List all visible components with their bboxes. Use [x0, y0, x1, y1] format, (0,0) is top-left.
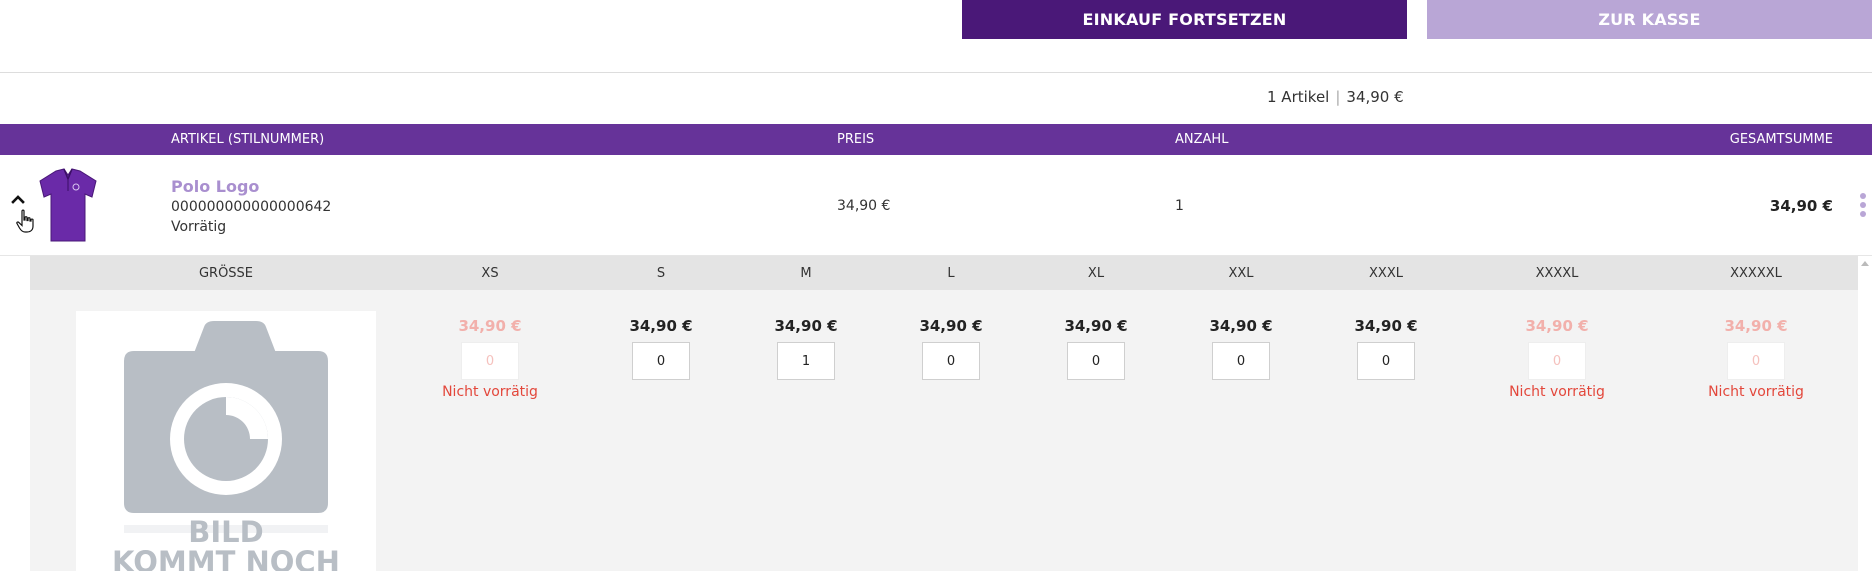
header-quantity: ANZAHL [1175, 132, 1229, 147]
quantity-input-l[interactable] [922, 342, 980, 380]
summary-separator: | [1335, 88, 1341, 106]
size-variant-panel: GRÖSSE XS S M L XL XXL XXXL XXXXL XXXXXL [30, 256, 1858, 571]
out-of-stock-label: Nicht vorrätig [1708, 384, 1804, 400]
item-total: 34,90 € [1769, 197, 1833, 215]
header-price: PREIS [837, 132, 875, 147]
size-option-xs: 34,90 € Nicht vorrätig [435, 316, 545, 400]
size-label: XS [481, 266, 499, 281]
hand-cursor-icon [16, 209, 34, 233]
header-total: GESAMTSUMME [1729, 132, 1833, 147]
quantity-input-xl[interactable] [1067, 342, 1125, 380]
size-label: M [800, 266, 812, 281]
cart-total: 34,90 € [1346, 88, 1404, 106]
item-price: 34,90 € [837, 198, 891, 214]
polo-shirt-icon[interactable] [38, 167, 98, 243]
checkout-button[interactable]: ZUR KASSE [1427, 0, 1872, 39]
quantity-input-xxxxxl [1727, 342, 1785, 380]
quantity-input-xxl[interactable] [1212, 342, 1270, 380]
size-option-xxxxxl: 34,90 € Nicht vorrätig [1701, 316, 1811, 400]
top-divider [0, 72, 1872, 73]
size-label: L [947, 266, 955, 281]
item-quantity: 1 [1175, 198, 1184, 214]
image-placeholder: BILD KOMMT NOCH [76, 311, 376, 571]
product-stock-status: Vorrätig [171, 219, 227, 235]
chevron-up-icon[interactable] [10, 191, 26, 207]
placeholder-text-line: BILD [188, 515, 264, 549]
out-of-stock-label: Nicht vorrätig [442, 384, 538, 400]
size-price: 34,90 € [1354, 317, 1418, 335]
size-label: XXL [1228, 266, 1254, 281]
size-option-xxxxl: 34,90 € Nicht vorrätig [1502, 316, 1612, 400]
size-price: 34,90 € [1064, 317, 1128, 335]
cart-item-count: 1 Artikel [1267, 88, 1330, 106]
cart-table-header: ARTIKEL (STILNUMMER) PREIS ANZAHL GESAMT… [0, 124, 1872, 155]
size-header-row: GRÖSSE XS S M L XL XXL XXXL XXXXL XXXXXL [30, 256, 1858, 290]
size-option-xxl: 34,90 € [1186, 316, 1296, 380]
size-price: 34,90 € [1209, 317, 1273, 335]
continue-shopping-button[interactable]: EINKAUF FORTSETZEN [962, 0, 1407, 39]
size-price: 34,90 € [629, 317, 693, 335]
product-name-link[interactable]: Polo Logo [171, 177, 259, 196]
size-price: 34,90 € [458, 317, 522, 335]
size-label: XXXXL [1535, 266, 1579, 281]
size-option-xl: 34,90 € [1041, 316, 1151, 380]
quantity-input-xxxxl [1528, 342, 1586, 380]
size-label: XXXXXL [1730, 266, 1782, 281]
size-option-l: 34,90 € [896, 316, 1006, 380]
quantity-input-m[interactable] [777, 342, 835, 380]
size-option-s: 34,90 € [606, 316, 716, 380]
size-label: S [656, 266, 666, 281]
quantity-input-s[interactable] [632, 342, 690, 380]
cart-item-row: Polo Logo 000000000000000642 Vorrätig 34… [0, 155, 1872, 255]
product-sku: 000000000000000642 [171, 199, 332, 215]
header-article: ARTIKEL (STILNUMMER) [171, 132, 325, 147]
size-price: 34,90 € [919, 317, 983, 335]
quantity-input-xxxl[interactable] [1357, 342, 1415, 380]
size-label: XXXL [1369, 266, 1403, 281]
size-option-m: 34,90 € [751, 316, 861, 380]
placeholder-text-line: KOMMT NOCH [112, 545, 340, 571]
more-options-icon[interactable] [1858, 193, 1868, 223]
quantity-input-xs [461, 342, 519, 380]
size-label: XL [1087, 266, 1105, 281]
scroll-up-arrow-icon[interactable] [1860, 258, 1870, 268]
size-price: 34,90 € [774, 317, 838, 335]
size-price: 34,90 € [1525, 317, 1589, 335]
cart-summary: 1 Artikel | 34,90 € [1267, 88, 1404, 106]
out-of-stock-label: Nicht vorrätig [1509, 384, 1605, 400]
cart-page: EINKAUF FORTSETZEN ZUR KASSE 1 Artikel |… [0, 0, 1872, 571]
size-column-label: GRÖSSE [198, 266, 254, 281]
size-option-xxxl: 34,90 € [1331, 316, 1441, 380]
size-price: 34,90 € [1724, 317, 1788, 335]
